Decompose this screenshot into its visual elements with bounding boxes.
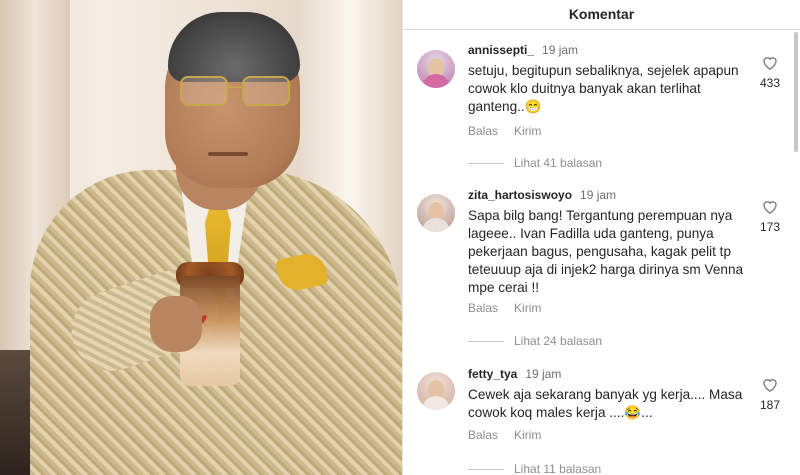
like-count: 187 xyxy=(759,398,781,412)
comments-header: Komentar xyxy=(403,0,800,30)
glasses xyxy=(178,76,296,110)
reply-button[interactable]: Balas xyxy=(468,428,498,442)
username[interactable]: annissepti_ xyxy=(468,43,534,57)
comment-text: setuju, begitupun sebaliknya, sejelek ap… xyxy=(468,63,739,114)
comment-meta: fetty_tya 19 jam xyxy=(468,366,561,382)
view-replies[interactable]: Lihat 24 balasan xyxy=(468,334,602,348)
view-replies[interactable]: Lihat 11 balasan xyxy=(468,462,601,475)
timestamp: 19 jam xyxy=(542,43,579,57)
scrollbar[interactable] xyxy=(794,32,798,152)
username[interactable]: zita_hartosiswoyo xyxy=(468,188,572,202)
username[interactable]: fetty_tya xyxy=(468,367,517,381)
comment-meta: annissepti_ 19 jam xyxy=(468,42,578,58)
hair xyxy=(168,12,300,82)
comments-panel: Komentar annissepti_ 19 jam setuju, begit… xyxy=(402,0,800,475)
comment-actions: Balas Kirim xyxy=(468,301,557,315)
comment-meta: zita_hartosiswoyo 19 jam xyxy=(468,187,616,203)
like-button[interactable]: 187 xyxy=(757,377,783,412)
mouth xyxy=(208,152,248,156)
replies-divider xyxy=(468,469,504,471)
post-photo: ♥ xyxy=(0,0,402,475)
heart-outline-icon xyxy=(763,57,777,70)
comment-text: Sapa bilg bang! Tergantung perempuan nya… xyxy=(468,208,744,295)
heart-outline-icon xyxy=(763,379,777,392)
reply-button[interactable]: Balas xyxy=(468,301,498,315)
send-button[interactable]: Kirim xyxy=(514,428,541,442)
replies-divider xyxy=(468,163,504,165)
send-button[interactable]: Kirim xyxy=(514,301,541,315)
comment-text: Cewek aja sekarang banyak yg kerja.... M… xyxy=(468,387,743,420)
avatar[interactable] xyxy=(417,372,455,410)
avatar[interactable] xyxy=(417,50,455,88)
heart-outline-icon xyxy=(763,201,777,214)
timestamp: 19 jam xyxy=(580,188,617,202)
view-replies-label: Lihat 41 balasan xyxy=(514,156,603,170)
like-count: 433 xyxy=(759,76,781,90)
view-replies-label: Lihat 11 balasan xyxy=(514,462,602,475)
reply-button[interactable]: Balas xyxy=(468,124,498,138)
comment-actions: Balas Kirim xyxy=(468,428,557,442)
hand xyxy=(150,296,202,352)
view-replies-label: Lihat 24 balasan xyxy=(514,334,603,348)
like-button[interactable]: 173 xyxy=(757,199,783,234)
avatar[interactable] xyxy=(417,194,455,232)
view-replies[interactable]: Lihat 41 balasan xyxy=(468,156,602,170)
like-button[interactable]: 433 xyxy=(757,55,783,90)
send-button[interactable]: Kirim xyxy=(514,124,541,138)
timestamp: 19 jam xyxy=(525,367,562,381)
like-count: 173 xyxy=(759,220,781,234)
comment-actions: Balas Kirim xyxy=(468,124,557,138)
replies-divider xyxy=(468,341,504,343)
